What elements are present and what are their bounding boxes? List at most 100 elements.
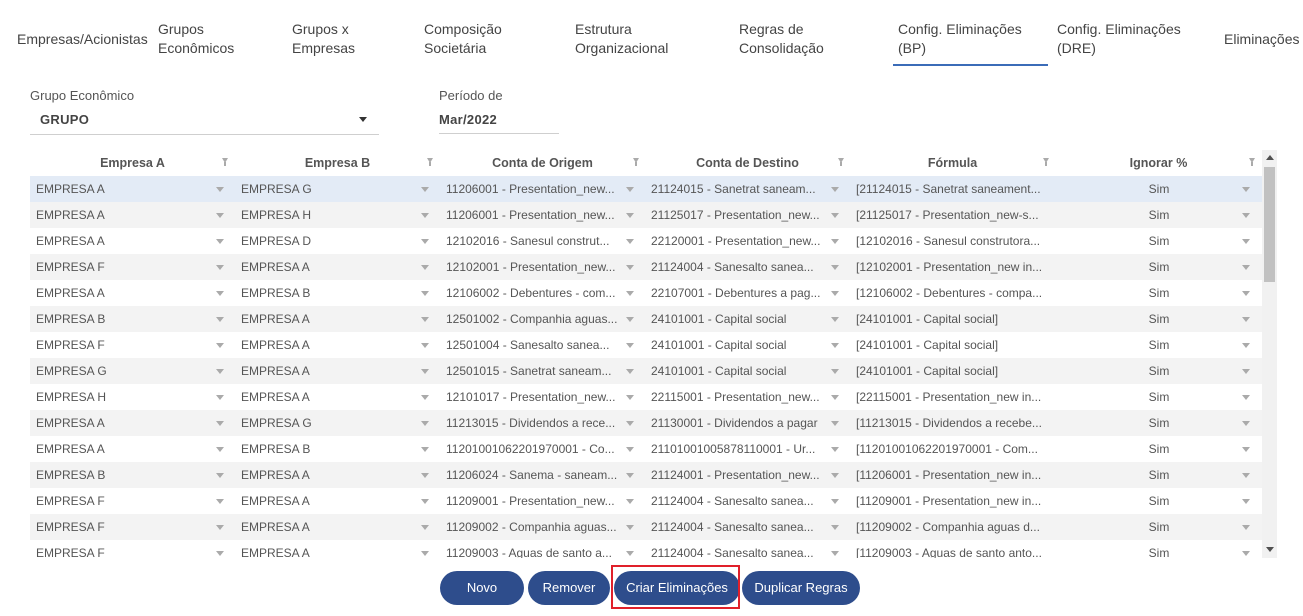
formula-cell[interactable]: [11206001 - Presentation_new in...: [856, 462, 1046, 488]
tab-composicao-societaria[interactable]: Composição Societária: [424, 20, 514, 58]
dropdown-arrow-icon[interactable]: [626, 187, 634, 192]
conta-destino-cell[interactable]: 21124004 - Sanesalto sanea...: [651, 514, 827, 540]
tab-eliminacoes[interactable]: Eliminações: [1224, 30, 1299, 49]
dropdown-arrow-icon[interactable]: [626, 473, 634, 478]
ignorar-cell[interactable]: Sim: [1086, 332, 1232, 358]
formula-cell[interactable]: [11209001 - Presentation_new in...: [856, 488, 1046, 514]
dropdown-arrow-icon[interactable]: [216, 239, 224, 244]
ignorar-cell[interactable]: Sim: [1086, 254, 1232, 280]
dropdown-arrow-icon[interactable]: [1242, 473, 1250, 478]
novo-button[interactable]: Novo: [440, 571, 524, 605]
ignorar-cell[interactable]: Sim: [1086, 488, 1232, 514]
empresa-b-cell[interactable]: EMPRESA B: [241, 280, 416, 306]
dropdown-arrow-icon[interactable]: [831, 343, 839, 348]
empresa-b-cell[interactable]: EMPRESA H: [241, 202, 416, 228]
dropdown-arrow-icon[interactable]: [626, 395, 634, 400]
empresa-a-cell[interactable]: EMPRESA A: [36, 202, 211, 228]
dropdown-arrow-icon[interactable]: [1242, 213, 1250, 218]
formula-cell[interactable]: [11213015 - Dividendos a recebe...: [856, 410, 1046, 436]
dropdown-arrow-icon[interactable]: [1242, 421, 1250, 426]
dropdown-arrow-icon[interactable]: [626, 239, 634, 244]
dropdown-arrow-icon[interactable]: [216, 551, 224, 556]
dropdown-arrow-icon[interactable]: [216, 395, 224, 400]
empresa-a-cell[interactable]: EMPRESA F: [36, 514, 211, 540]
formula-cell[interactable]: [12106002 - Debentures - compa...: [856, 280, 1046, 306]
dropdown-arrow-icon[interactable]: [626, 213, 634, 218]
dropdown-arrow-icon[interactable]: [1242, 317, 1250, 322]
dropdown-arrow-icon[interactable]: [421, 447, 429, 452]
empresa-a-cell[interactable]: EMPRESA A: [36, 280, 211, 306]
ignorar-cell[interactable]: Sim: [1086, 358, 1232, 384]
conta-destino-cell[interactable]: 24101001 - Capital social: [651, 306, 827, 332]
filter-icon[interactable]: [1249, 158, 1255, 166]
empresa-b-cell[interactable]: EMPRESA A: [241, 462, 416, 488]
conta-destino-cell[interactable]: 22107001 - Debentures a pag...: [651, 280, 827, 306]
column-header-conta-origem[interactable]: Conta de Origem: [440, 150, 645, 176]
periodo-value[interactable]: Mar/2022: [439, 112, 497, 127]
empresa-b-cell[interactable]: EMPRESA G: [241, 410, 416, 436]
dropdown-arrow-icon[interactable]: [1242, 525, 1250, 530]
dropdown-arrow-icon[interactable]: [831, 447, 839, 452]
dropdown-arrow-icon[interactable]: [831, 369, 839, 374]
formula-cell[interactable]: [24101001 - Capital social]: [856, 306, 1046, 332]
dropdown-arrow-icon[interactable]: [421, 499, 429, 504]
dropdown-arrow-icon[interactable]: [421, 551, 429, 556]
ignorar-cell[interactable]: Sim: [1086, 540, 1232, 558]
conta-origem-cell[interactable]: 11206024 - Sanema - saneam...: [446, 462, 622, 488]
dropdown-arrow-icon[interactable]: [831, 265, 839, 270]
conta-destino-cell[interactable]: 21124015 - Sanetrat saneam...: [651, 176, 827, 202]
dropdown-arrow-icon[interactable]: [1242, 239, 1250, 244]
empresa-b-cell[interactable]: EMPRESA G: [241, 176, 416, 202]
dropdown-arrow-icon[interactable]: [1242, 551, 1250, 556]
column-header-conta-destino[interactable]: Conta de Destino: [645, 150, 850, 176]
empresa-a-cell[interactable]: EMPRESA H: [36, 384, 211, 410]
dropdown-arrow-icon[interactable]: [626, 317, 634, 322]
conta-destino-cell[interactable]: 24101001 - Capital social: [651, 332, 827, 358]
filter-icon[interactable]: [1043, 158, 1049, 166]
dropdown-arrow-icon[interactable]: [421, 317, 429, 322]
dropdown-arrow-icon[interactable]: [1242, 369, 1250, 374]
dropdown-arrow-icon[interactable]: [421, 421, 429, 426]
table-row[interactable]: EMPRESA F EMPRESA A 11209001 - Presentatio…: [30, 488, 1262, 514]
empresa-b-cell[interactable]: EMPRESA B: [241, 436, 416, 462]
conta-destino-cell[interactable]: 24101001 - Capital social: [651, 358, 827, 384]
conta-destino-cell[interactable]: 21101001005878110001 - Ur...: [651, 436, 827, 462]
conta-destino-cell[interactable]: 21124004 - Sanesalto sanea...: [651, 488, 827, 514]
column-header-formula[interactable]: Fórmula: [850, 150, 1055, 176]
tab-regras-consolidacao[interactable]: Regras de Consolidação: [739, 20, 839, 58]
dropdown-arrow-icon[interactable]: [216, 369, 224, 374]
dropdown-arrow-icon[interactable]: [216, 525, 224, 530]
ignorar-cell[interactable]: Sim: [1086, 514, 1232, 540]
dropdown-arrow-icon[interactable]: [831, 187, 839, 192]
conta-origem-cell[interactable]: 12106002 - Debentures - com...: [446, 280, 622, 306]
dropdown-arrow-icon[interactable]: [626, 343, 634, 348]
ignorar-cell[interactable]: Sim: [1086, 202, 1232, 228]
dropdown-arrow-icon[interactable]: [216, 447, 224, 452]
dropdown-arrow-icon[interactable]: [1242, 447, 1250, 452]
empresa-b-cell[interactable]: EMPRESA A: [241, 540, 416, 558]
grupo-economico-value[interactable]: GRUPO: [40, 112, 89, 127]
ignorar-cell[interactable]: Sim: [1086, 306, 1232, 332]
scroll-thumb[interactable]: [1264, 167, 1275, 282]
dropdown-arrow-icon[interactable]: [831, 499, 839, 504]
filter-icon[interactable]: [633, 158, 639, 166]
dropdown-arrow-icon[interactable]: [831, 239, 839, 244]
tab-config-eliminacoes-dre[interactable]: Config. Eliminações (DRE): [1057, 20, 1197, 58]
table-row[interactable]: EMPRESA F EMPRESA A 11209002 - Companhia a…: [30, 514, 1262, 540]
empresa-a-cell[interactable]: EMPRESA F: [36, 254, 211, 280]
filter-icon[interactable]: [222, 158, 228, 166]
empresa-a-cell[interactable]: EMPRESA G: [36, 358, 211, 384]
conta-destino-cell[interactable]: 21124004 - Sanesalto sanea...: [651, 540, 827, 558]
conta-origem-cell[interactable]: 12501015 - Sanetrat saneam...: [446, 358, 622, 384]
conta-origem-cell[interactable]: 12102001 - Presentation_new...: [446, 254, 622, 280]
dropdown-arrow-icon[interactable]: [831, 213, 839, 218]
dropdown-arrow-icon[interactable]: [626, 499, 634, 504]
column-header-empresa-a[interactable]: Empresa A: [30, 150, 235, 176]
conta-destino-cell[interactable]: 21124001 - Presentation_new...: [651, 462, 827, 488]
dropdown-arrow-icon[interactable]: [626, 369, 634, 374]
ignorar-cell[interactable]: Sim: [1086, 410, 1232, 436]
empresa-b-cell[interactable]: EMPRESA A: [241, 306, 416, 332]
formula-cell[interactable]: [24101001 - Capital social]: [856, 358, 1046, 384]
dropdown-arrow-icon[interactable]: [421, 473, 429, 478]
formula-cell[interactable]: [12102001 - Presentation_new in...: [856, 254, 1046, 280]
